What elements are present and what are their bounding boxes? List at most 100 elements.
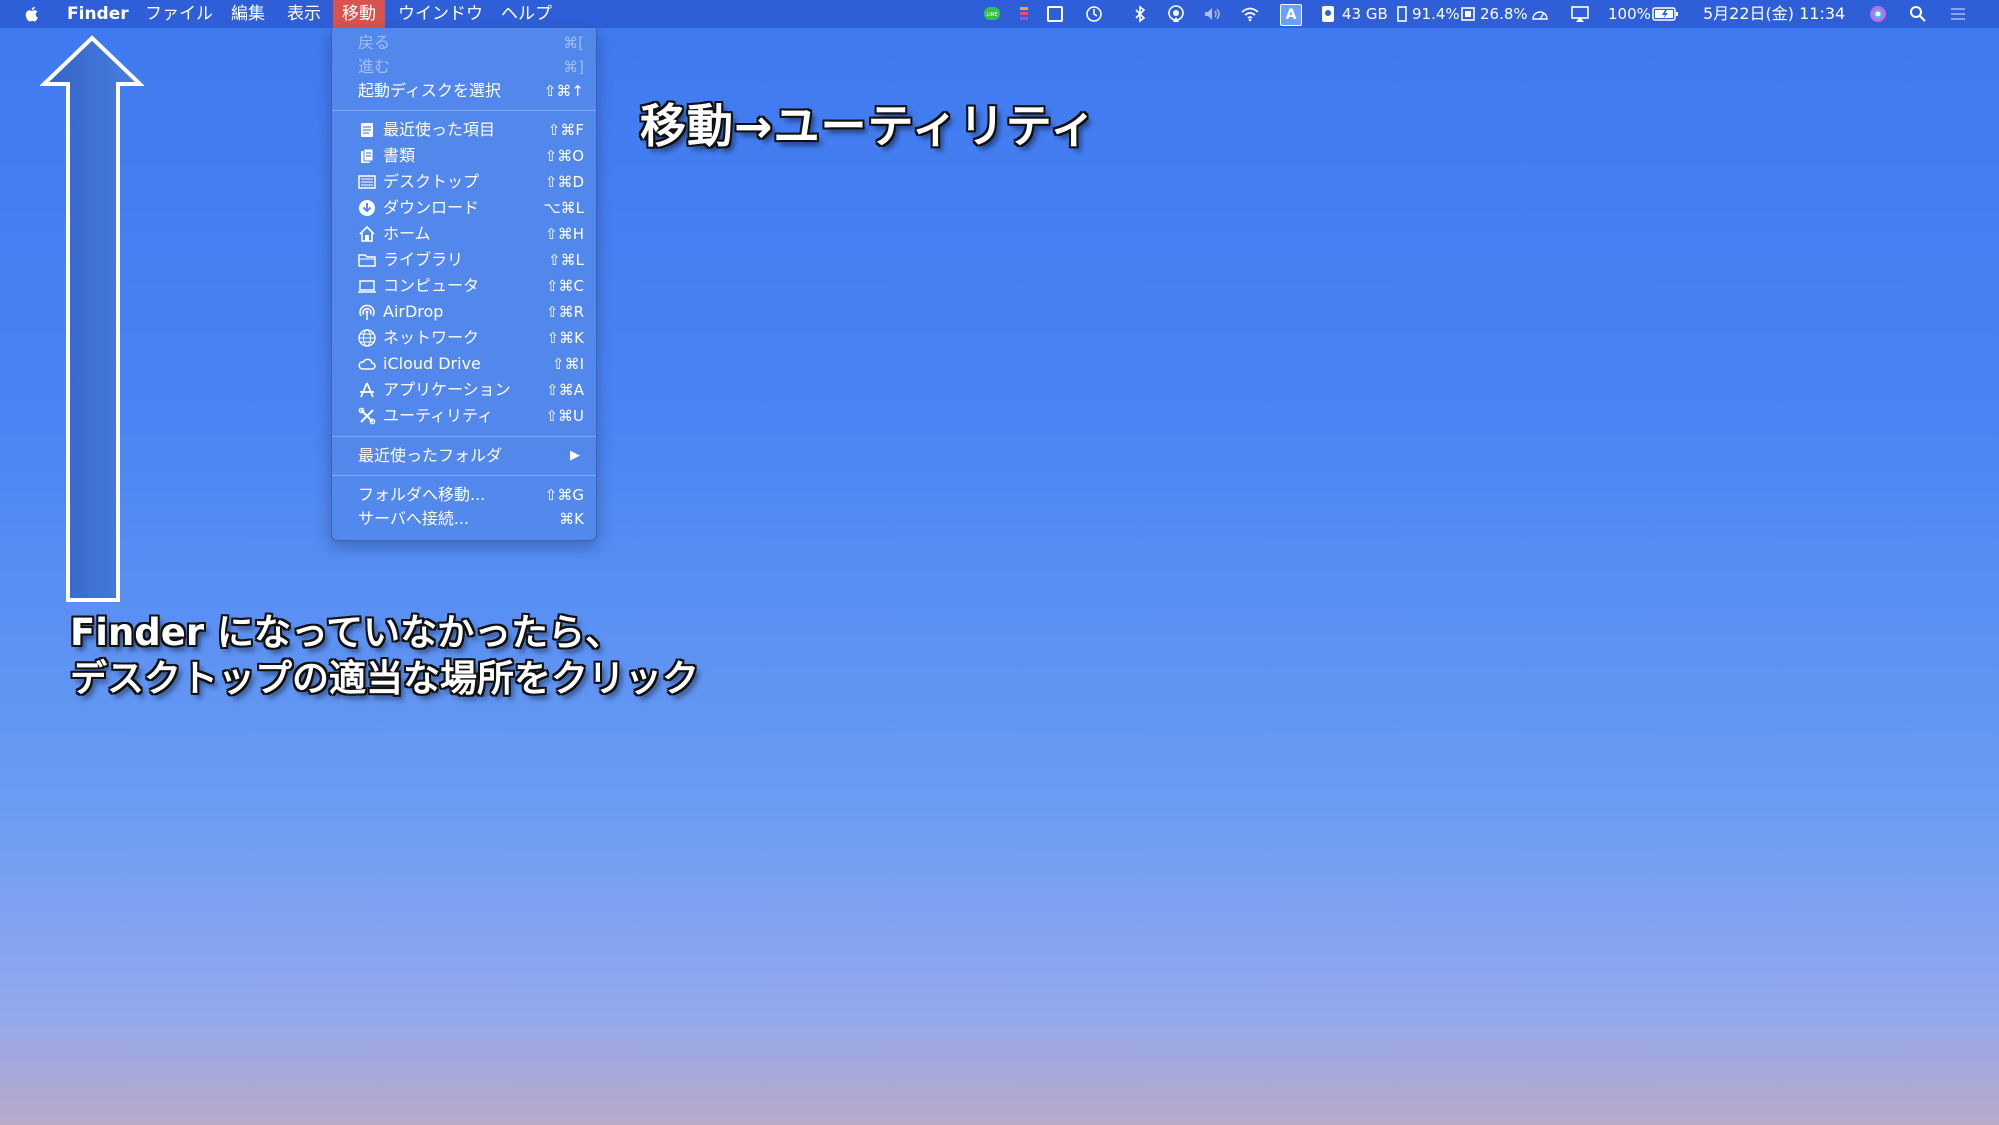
storage-readout[interactable]: 43 GB [1342, 0, 1388, 28]
menu-item-computer[interactable]: コンピュータ ⇧⌘C [332, 274, 596, 298]
downloads-icon [359, 200, 375, 216]
volume-icon[interactable] [1202, 4, 1222, 24]
menu-item-utilities[interactable]: ユーティリティ ⇧⌘U [332, 404, 596, 428]
bluetooth-icon[interactable] [1130, 4, 1150, 24]
menu-item-label: ユーティリティ [383, 406, 494, 425]
menu-item-shortcut: ⇧⌘R [546, 303, 584, 321]
notification-center-icon[interactable] [1948, 4, 1968, 24]
menu-item-connect-to-server[interactable]: サーバへ接続... ⌘K [332, 507, 596, 531]
menu-item-label: ダウンロード [383, 198, 480, 217]
stack-app-icon[interactable] [1014, 4, 1034, 24]
menu-item-label: フォルダへ移動... [358, 485, 486, 504]
airdrop-icon [359, 304, 375, 320]
menu-item-label: 最近使ったフォルダ [358, 446, 503, 465]
menu-item-shortcut: ⇧⌘A [546, 381, 584, 399]
input-method-indicator[interactable]: A [1280, 4, 1302, 26]
menu-item-label: 起動ディスクを選択 [358, 81, 501, 100]
menu-item-forward[interactable]: 進む ⌘] [332, 55, 596, 79]
menu-app-finder[interactable]: Finder [58, 0, 138, 28]
memory-icon [1461, 7, 1475, 21]
menu-help[interactable]: ヘルプ [492, 0, 561, 28]
applications-icon [360, 382, 374, 398]
menu-item-label: AirDrop [383, 302, 444, 321]
menu-item-airdrop[interactable]: AirDrop ⇧⌘R [332, 300, 596, 324]
menu-item-startup-disk[interactable]: 起動ディスクを選択 ⇧⌘↑ [332, 79, 596, 103]
network-icon [358, 329, 376, 347]
spotlight-search-icon[interactable] [1908, 4, 1928, 24]
instruction-hint: Finder になっていなかったら、 デスクトップの適当な場所をクリック [70, 610, 699, 702]
menu-item-label: デスクトップ [383, 172, 480, 191]
menu-item-home[interactable]: ホーム ⇧⌘H [332, 222, 596, 246]
menu-item-network[interactable]: ネットワーク ⇧⌘K [332, 326, 596, 350]
airplay-audio-icon[interactable] [1166, 4, 1186, 24]
menu-item-shortcut: ⌘K [559, 510, 584, 528]
menu-item-label: 最近使った項目 [383, 120, 496, 139]
menu-item-shortcut: ⌘[ [563, 34, 584, 52]
menu-item-label: ホーム [383, 224, 431, 243]
menu-item-icloud-drive[interactable]: iCloud Drive ⇧⌘I [332, 352, 596, 376]
menu-item-shortcut: ⇧⌘I [552, 355, 584, 373]
battery-charging-icon[interactable] [1652, 4, 1680, 24]
menu-item-shortcut: ⌘] [563, 58, 584, 76]
menu-item-recent-folders[interactable]: 最近使ったフォルダ ▶ [332, 444, 596, 468]
go-menu-dropdown: 戻る ⌘[ 進む ⌘] 起動ディスクを選択 ⇧⌘↑ 最近使った項目 ⇧⌘F 書類… [331, 28, 597, 541]
menu-file[interactable]: ファイル [136, 0, 222, 28]
menu-item-downloads[interactable]: ダウンロード ⌥⌘L [332, 196, 596, 220]
cpu-readout[interactable]: 91.4% [1412, 0, 1460, 28]
svg-text:LINE: LINE [986, 12, 997, 18]
menu-item-label: ライブラリ [383, 250, 464, 269]
menu-item-label: サーバへ接続... [358, 509, 470, 528]
memory-readout[interactable]: 26.8% [1480, 0, 1528, 28]
documents-icon [361, 148, 374, 163]
menu-bar: Finder ファイル 編集 表示 移動 ウインドウ ヘルプ LINE A 43… [0, 0, 1999, 28]
battery-percent[interactable]: 100% [1608, 0, 1651, 28]
menu-item-documents[interactable]: 書類 ⇧⌘O [332, 144, 596, 168]
clock[interactable]: 5月22日(金) 11:34 [1703, 0, 1845, 28]
menu-item-shortcut: ⌥⌘L [543, 199, 584, 217]
menu-separator [332, 436, 596, 437]
recents-icon [361, 123, 373, 137]
menu-item-label: 書類 [383, 146, 416, 165]
menu-item-applications[interactable]: アプリケーション ⇧⌘A [332, 378, 596, 402]
menu-separator [332, 110, 596, 111]
up-arrow-annotation-icon [40, 35, 144, 602]
instruction-hint-line-2: デスクトップの適当な場所をクリック [70, 657, 699, 700]
menu-item-shortcut: ⇧⌘D [544, 173, 584, 191]
menu-item-shortcut: ⇧⌘K [546, 329, 584, 347]
gauge-icon[interactable] [1530, 4, 1550, 24]
wifi-icon[interactable] [1240, 4, 1260, 24]
menu-item-shortcut: ⇧⌘U [545, 407, 584, 425]
menu-item-back[interactable]: 戻る ⌘[ [332, 31, 596, 55]
line-app-icon[interactable]: LINE [982, 4, 1002, 24]
menu-item-label: アプリケーション [383, 380, 511, 399]
folder-icon [358, 254, 376, 267]
menu-item-library[interactable]: ライブラリ ⇧⌘L [332, 248, 596, 272]
window-icon[interactable] [1045, 4, 1065, 24]
menu-window[interactable]: ウインドウ [389, 0, 492, 28]
menu-item-label: 戻る [358, 33, 391, 52]
menu-item-recents[interactable]: 最近使った項目 ⇧⌘F [332, 118, 596, 142]
menu-item-desktop[interactable]: デスクトップ ⇧⌘D [332, 170, 596, 194]
cpu-icon [1397, 6, 1407, 22]
storage-icon [1322, 6, 1334, 22]
instruction-title: 移動→ユーティリティ [640, 99, 1098, 153]
desktop[interactable]: Finder ファイル 編集 表示 移動 ウインドウ ヘルプ LINE A 43… [0, 0, 1999, 1125]
submenu-arrow-icon: ▶ [570, 448, 580, 463]
menu-go[interactable]: 移動 [333, 0, 385, 28]
time-machine-icon[interactable] [1084, 4, 1104, 24]
apple-menu-icon[interactable] [23, 5, 41, 23]
siri-icon[interactable] [1868, 4, 1888, 24]
desktop-icon [358, 175, 376, 189]
computer-icon [358, 280, 376, 293]
home-icon [359, 225, 375, 242]
menu-edit[interactable]: 編集 [222, 0, 274, 28]
menu-item-shortcut: ⇧⌘C [545, 277, 584, 295]
instruction-hint-line-1: Finder になっていなかったら、 [70, 611, 623, 654]
menu-item-label: コンピュータ [383, 276, 480, 295]
menu-item-label: 進む [358, 57, 391, 76]
airplay-display-icon[interactable] [1570, 4, 1590, 24]
menu-item-shortcut: ⇧⌘O [544, 147, 584, 165]
menu-item-label: iCloud Drive [383, 354, 481, 373]
menu-item-go-to-folder[interactable]: フォルダへ移動... ⇧⌘G [332, 483, 596, 507]
menu-view[interactable]: 表示 [278, 0, 330, 28]
